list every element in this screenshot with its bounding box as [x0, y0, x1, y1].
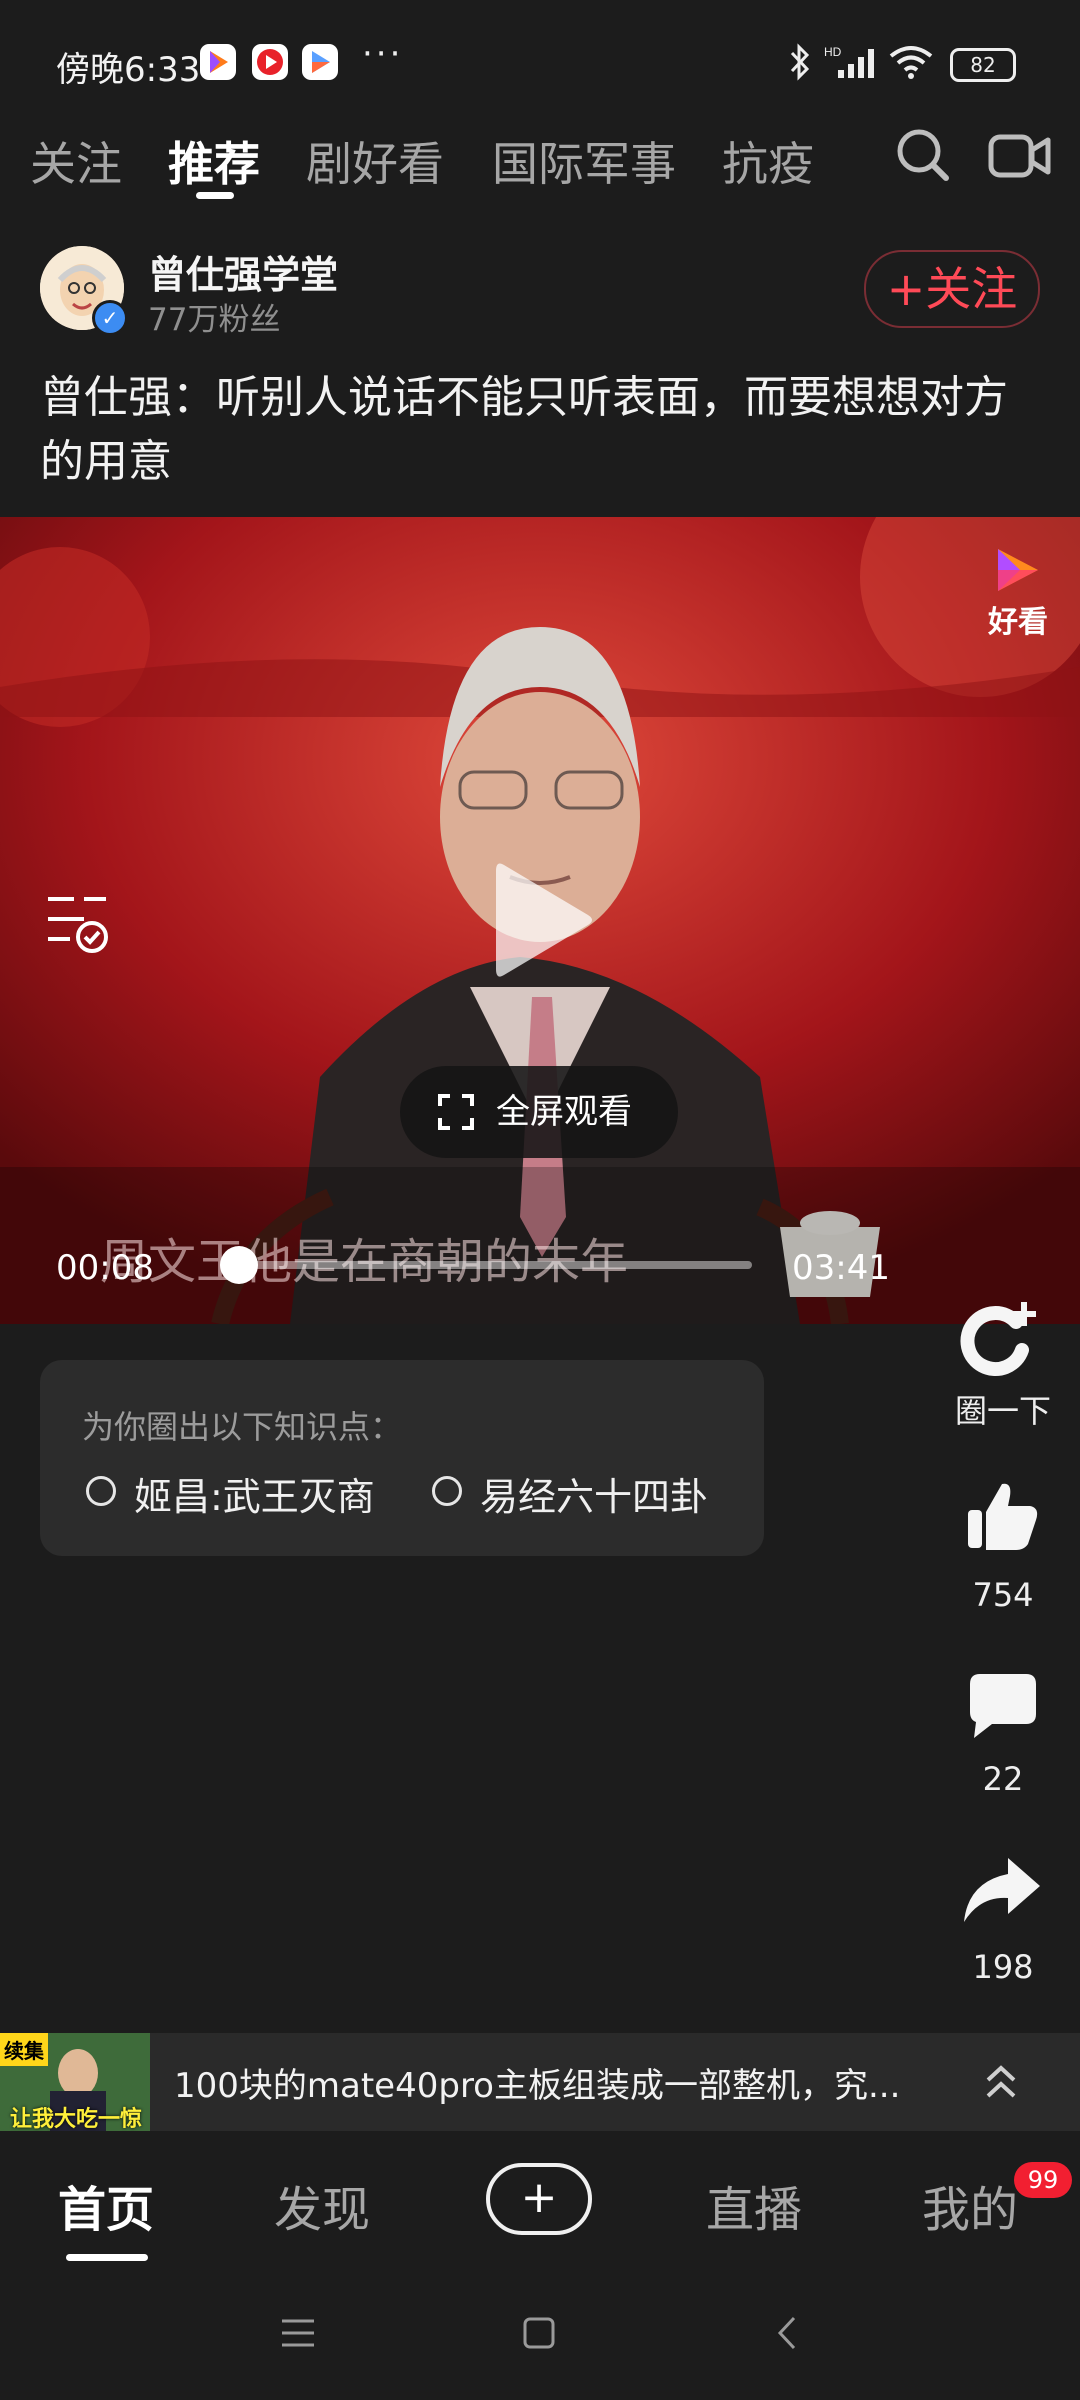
circle-add-icon[interactable] — [960, 1298, 1044, 1382]
fullscreen-button[interactable]: 全屏观看 — [400, 1066, 678, 1158]
related-thumb-tag: 续集 — [0, 2033, 48, 2066]
menu-icon[interactable] — [280, 2318, 316, 2352]
status-time: 傍晚6:33 — [56, 50, 201, 90]
related-thumbnail[interactable]: 续集 让我大吃一惊 — [0, 2033, 150, 2131]
video-watermark: 好看 — [988, 605, 1048, 640]
add-button[interactable]: + — [486, 2163, 592, 2235]
fullscreen-label: 全屏观看 — [496, 1092, 632, 1132]
total-time: 03:41 — [792, 1248, 890, 1288]
nav-home[interactable]: 首页 — [58, 2170, 154, 2240]
knowledge-points-panel — [40, 1360, 764, 1556]
search-icon[interactable] — [894, 126, 952, 188]
haokan-logo-icon — [992, 545, 1042, 599]
video-title[interactable]: 曾仕强：听别人说话不能只听表面，而要想想对方的用意 — [40, 366, 1040, 494]
signal-icon: HD — [824, 44, 876, 84]
radio-circle-icon[interactable] — [432, 1476, 462, 1506]
verified-badge-icon: ✓ — [92, 300, 128, 336]
app-notification-icon — [252, 44, 288, 80]
author-name[interactable]: 曾仕强学堂 — [148, 244, 338, 299]
nav-live[interactable]: 直播 — [706, 2170, 802, 2240]
back-icon[interactable] — [774, 2314, 800, 2356]
tab-follow[interactable]: 关注 — [30, 128, 122, 194]
wifi-icon — [888, 44, 934, 84]
knowledge-heading: 为你圈出以下知识点： — [82, 1408, 403, 1446]
knowledge-item[interactable]: 姬昌:武王灭商 — [134, 1466, 375, 1521]
nav-discover[interactable]: 发现 — [274, 2170, 370, 2240]
progress-track[interactable] — [220, 1261, 752, 1269]
battery-indicator: 82 — [950, 48, 1016, 82]
comment-count: 22 — [982, 1760, 1024, 1798]
tab-recommend[interactable]: 推荐 — [168, 128, 260, 194]
knowledge-item[interactable]: 易经六十四卦 — [480, 1466, 708, 1521]
current-time: 00:08 — [56, 1248, 154, 1288]
video-camera-icon[interactable] — [988, 132, 1052, 184]
knowledge-list-icon[interactable] — [44, 889, 110, 959]
tab-drama[interactable]: 剧好看 — [306, 128, 444, 194]
fullscreen-icon — [438, 1094, 474, 1130]
nav-active-indicator — [66, 2254, 148, 2261]
notification-badge: 99 — [1014, 2162, 1072, 2198]
expand-up-icon[interactable] — [984, 2064, 1018, 2104]
nav-mine[interactable]: 我的 — [922, 2170, 1018, 2240]
share-icon[interactable] — [962, 1856, 1042, 1930]
tab-military[interactable]: 国际军事 — [492, 128, 676, 194]
app-notification-icon — [302, 44, 338, 80]
share-count: 198 — [972, 1948, 1034, 1986]
video-subtitle: 周文王他是在商朝的末年 — [100, 1234, 629, 1290]
related-title[interactable]: 100块的mate40pro主板组装成一部整机，究... — [174, 2058, 934, 2107]
like-icon[interactable] — [966, 1478, 1040, 1556]
related-thumb-caption: 让我大吃一惊 — [10, 2107, 143, 2131]
active-tab-indicator — [196, 192, 234, 199]
app-notification-icon — [200, 44, 236, 80]
comment-icon[interactable] — [966, 1670, 1040, 1746]
radio-circle-icon[interactable] — [86, 1476, 116, 1506]
circle-label[interactable]: 圈一下 — [933, 1386, 1073, 1432]
like-count: 754 — [972, 1576, 1034, 1614]
status-more: ··· — [362, 34, 404, 74]
progress-thumb[interactable] — [220, 1246, 259, 1284]
play-icon[interactable] — [488, 855, 598, 985]
tab-epidemic[interactable]: 抗疫 — [722, 128, 814, 194]
bluetooth-icon — [786, 42, 814, 86]
home-icon[interactable] — [522, 2316, 556, 2354]
author-fans: 77万粉丝 — [148, 302, 281, 338]
svg-text:HD: HD — [824, 45, 842, 59]
follow-button[interactable]: +关注 — [864, 250, 1040, 328]
